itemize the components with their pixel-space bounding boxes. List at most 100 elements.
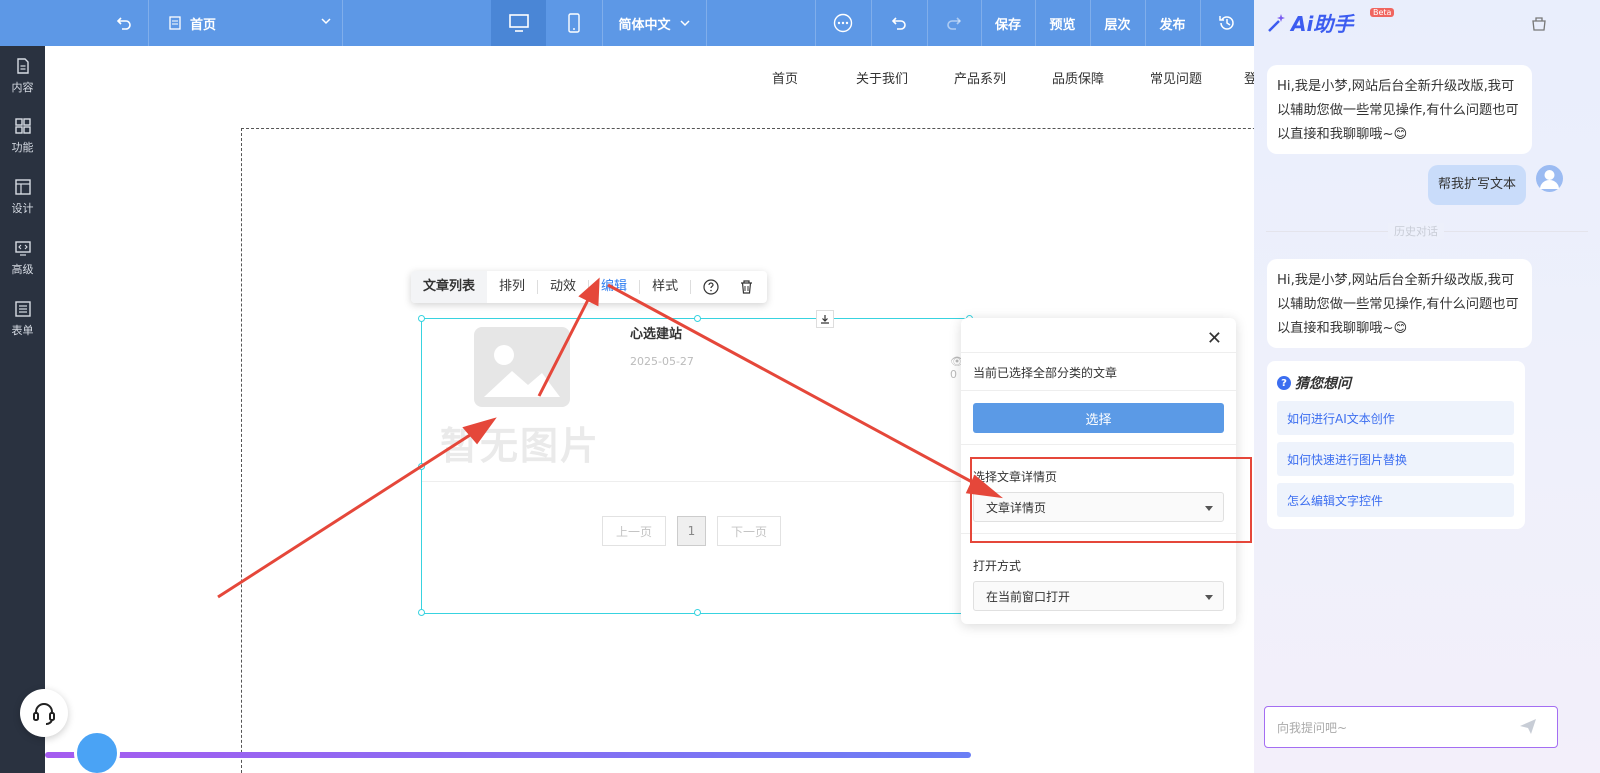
save-label: 保存 [994,17,1021,33]
language-label: 简体中文 [618,17,671,33]
code-monitor-icon [14,241,31,256]
nav-link-faq[interactable]: 常见问题 [1150,68,1202,87]
left-sidebar: 内容 功能 设计 高级 表单 [0,0,45,773]
sidebar-item-content[interactable]: 内容 [0,48,45,104]
ai-message: Hi,我是小梦,网站后台全新升级改版,我可以辅助您做一些常见操作,有什么问题也可… [1267,65,1532,154]
help-icon [703,278,719,295]
customer-service-button[interactable] [20,689,68,737]
publish-button[interactable]: 发布 [1145,0,1200,46]
annotation-box [970,457,1252,543]
caret-down-icon [1205,595,1213,600]
sidebar-item-label: 内容 [11,81,34,94]
suggested-question[interactable]: 如何快速进行图片替换 [1277,442,1514,476]
suggested-title: ? 猜您想问 [1277,373,1351,393]
history-icon [1219,16,1234,30]
sidebar-item-label: 高级 [11,263,34,276]
sidebar-item-advanced[interactable]: 高级 [0,230,45,286]
open-mode-value: 在当前窗口打开 [986,589,1071,604]
ai-assistant-panel: Ai助手 Beta Hi,我是小梦,网站后台全新升级改版,我可以辅助您做一些常见… [1254,0,1600,773]
nav-link-home[interactable]: 首页 [772,68,798,87]
history-separator: 历史对话 [1388,223,1444,239]
user-icon [1540,170,1559,189]
help-button[interactable] [691,271,731,303]
chevron-down-icon [321,18,331,25]
preview-label: 预览 [1049,17,1076,33]
article-date: 2025-05-27 [630,355,694,368]
headset-icon [33,703,55,725]
question-icon: ? [1277,376,1291,390]
style-button[interactable]: 样式 [640,271,690,303]
article-title[interactable]: 心选建站 [630,323,682,342]
magic-wand-icon [1268,13,1285,32]
clear-icon[interactable] [1530,14,1548,32]
no-image-text: 暂无图片 [440,424,601,468]
mobile-icon [568,13,580,33]
view-count: 0 [950,368,957,381]
image-placeholder [474,327,570,407]
desktop-view-button[interactable] [491,0,546,46]
sidebar-item-forms[interactable]: 表单 [0,291,45,347]
suggested-questions: ? 猜您想问 如何进行AI文本创作 如何快速进行图片替换 怎么编辑文字控件 [1267,361,1525,529]
language-selector[interactable]: 简体中文 [603,0,706,46]
current-page-button[interactable]: 1 [677,516,706,546]
suggested-question[interactable]: 怎么编辑文字控件 [1277,483,1514,517]
grid-icon [14,118,31,134]
page-name: 首页 [190,17,217,33]
redo-icon [947,17,962,30]
preview-button[interactable]: 预览 [1035,0,1090,46]
layers-label: 层次 [1104,17,1131,33]
download-button[interactable] [816,310,834,328]
download-icon [821,315,829,324]
more-button[interactable] [815,0,871,46]
assistant-float-button[interactable] [74,730,120,773]
send-icon[interactable] [1518,716,1538,736]
prev-page-button[interactable]: 上一页 [602,516,666,546]
desktop-icon [508,14,529,32]
next-page-button[interactable]: 下一页 [717,516,781,546]
progress-bar [45,752,971,758]
top-toolbar: 首页 简体中文 保存 预览 层次 发布 [0,0,1280,46]
trash-icon [741,279,753,294]
ai-message: Hi,我是小梦,网站后台全新升级改版,我可以辅助您做一些常见操作,有什么问题也可… [1267,259,1532,348]
undo-button[interactable] [871,0,927,46]
ai-input[interactable]: 向我提问吧~ [1264,706,1558,748]
ai-title: Ai助手 [1291,12,1354,36]
redo-button[interactable] [927,0,981,46]
arrange-button[interactable]: 排列 [487,271,537,303]
form-icon [14,301,31,317]
sidebar-item-design[interactable]: 设计 [0,169,45,225]
effects-button[interactable]: 动效 [538,271,588,303]
save-button[interactable]: 保存 [981,0,1035,46]
editor-canvas: 首页 关于我们 产品系列 品质保障 常见问题 登 文章列表 排列 动效 编辑 样… [45,46,1280,773]
history-button[interactable] [1200,0,1254,46]
sidebar-item-label: 表单 [11,324,34,337]
edit-button[interactable]: 编辑 [589,271,639,303]
avatar [1536,165,1563,192]
page-icon [169,16,181,30]
nav-link-about[interactable]: 关于我们 [856,68,908,87]
sidebar-item-label: 设计 [11,202,34,215]
selection-info: 当前已选择全部分类的文章 [973,366,1118,380]
article-list-widget[interactable]: 暂无图片 心选建站 2025-05-27 👁 0 上一页 1 下一页 [418,310,974,616]
nav-link-quality[interactable]: 品质保障 [1052,68,1104,87]
layers-button[interactable]: 层次 [1090,0,1145,46]
undo-icon [891,17,906,30]
open-mode-label: 打开方式 [973,559,1022,573]
nav-link-products[interactable]: 产品系列 [954,68,1006,87]
back-arrow-icon [116,17,131,30]
close-icon[interactable]: ✕ [1207,328,1222,349]
page-selector[interactable]: 首页 [150,0,348,46]
publish-label: 发布 [1159,17,1186,33]
document-icon [16,58,29,74]
beta-badge: Beta [1370,8,1395,17]
open-mode-select[interactable]: 在当前窗口打开 [973,581,1224,611]
layout-icon [14,179,31,195]
select-articles-button[interactable]: 选择 [973,403,1224,433]
mobile-view-button[interactable] [546,0,602,46]
delete-button[interactable] [731,271,762,303]
back-button[interactable] [100,0,148,46]
suggested-question[interactable]: 如何进行AI文本创作 [1277,401,1514,435]
sidebar-item-features[interactable]: 功能 [0,108,45,164]
widget-type-label: 文章列表 [411,271,488,303]
suggested-title-text: 猜您想问 [1295,376,1351,392]
